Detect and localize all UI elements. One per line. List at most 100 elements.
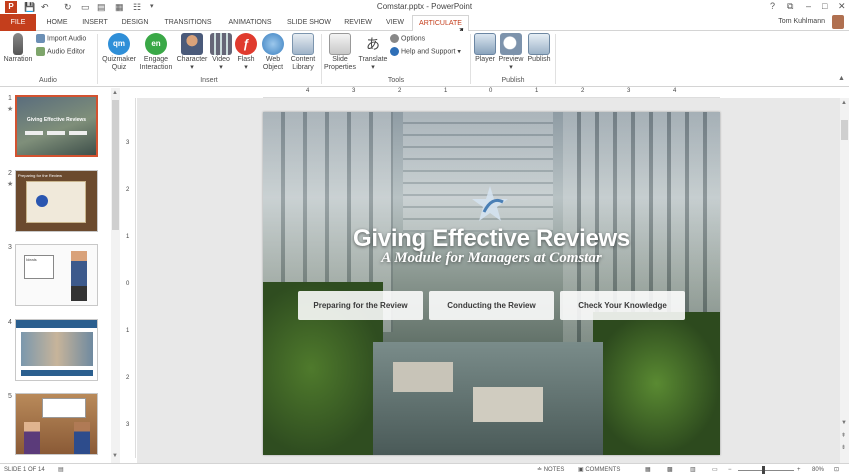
quizmaker-quiz-button[interactable]: qm Quizmaker Quiz [101,33,137,72]
tab-animations[interactable]: ANIMATIONS [222,15,278,31]
help-icon[interactable]: ? [770,1,775,11]
zoom-slider[interactable] [738,470,794,471]
player-icon [474,33,496,55]
zoom-in-icon[interactable]: + [797,465,801,475]
close-icon[interactable]: ✕ [838,1,846,12]
comments-button[interactable]: ▣ COMMENTS [578,465,620,475]
collapse-ribbon-icon[interactable]: ▲ [838,75,845,82]
next-slide-icon[interactable]: ⇟ [841,444,846,451]
insert-group-label: Insert [200,77,218,84]
thumb-number: 3 [8,244,12,251]
ruler-label: 2 [126,187,130,193]
narration-button[interactable]: Narration [2,33,34,64]
normal-view-icon[interactable]: ▦ [645,465,651,475]
ribbon-options-icon[interactable]: ⧉ [787,1,793,12]
quiz-label: Quiz [111,64,127,71]
fit-to-window-icon[interactable]: ⊡ [834,465,839,475]
character-button[interactable]: Character ▾ [175,33,209,72]
help-icon [390,47,399,56]
title-bar: P 💾 ↶ ↻ ▭ ▤ ▦ ☷ ▾ Comstar.pptx - PowerPo… [0,0,849,14]
thumb-person [74,422,90,454]
scrollbar-thumb[interactable] [841,120,848,140]
content-library-button[interactable]: Content Library [288,33,318,72]
tools-group-label: Tools [387,77,405,84]
preparing-review-button[interactable]: Preparing for the Review [298,291,423,320]
editor-scrollbar[interactable]: ▲ ▼ ⇞ ⇟ [840,98,849,463]
options-button[interactable]: Options [390,34,425,44]
thumbnail-scrollbar[interactable]: ▲ ▼ [111,88,120,463]
engage-interaction-button[interactable]: en Engage Interaction [138,33,174,72]
ruler-label: 1 [444,88,448,94]
maximize-icon[interactable]: □ [822,1,827,11]
slide-1[interactable]: Giving Effective Reviews A Module for Ma… [263,112,720,455]
zoom-out-icon[interactable]: − [728,465,732,475]
tab-review[interactable]: REVIEW [340,15,376,31]
zoom-level[interactable]: 80% [812,465,824,475]
translate-button[interactable]: あ Translate ▾ [358,33,388,72]
avatar[interactable] [832,15,844,29]
check-knowledge-button[interactable]: Check Your Knowledge [560,291,685,320]
ruler-label: 3 [126,422,130,428]
notes-button[interactable]: ≐ NOTES [537,465,564,475]
minimize-icon[interactable]: – [806,1,811,11]
notes-label: NOTES [543,467,565,473]
slide-thumbnail-5[interactable] [15,393,98,455]
thumb-number: 1 [8,95,12,102]
scrollbar-thumb[interactable] [112,100,119,230]
previous-slide-icon[interactable]: ⇞ [841,432,846,439]
properties-label: Properties [324,64,356,71]
spelling-icon[interactable]: ▤ [58,465,64,475]
player-button[interactable]: Player [473,33,497,64]
web-object-button[interactable]: Web Object [259,33,287,72]
tab-slide-show[interactable]: SLIDE SHOW [282,15,336,31]
preview-button[interactable]: Preview ▾ [498,33,524,72]
video-button[interactable]: Video ▾ [209,33,233,72]
scroll-up-icon[interactable]: ▲ [841,100,847,106]
translate-label: Translate [358,56,388,63]
slide-thumbnail-2[interactable]: Preparing for the Review [15,170,98,232]
slide-thumbnail-1[interactable]: Giving Effective Reviews [15,95,98,157]
slide-properties-button[interactable]: Slide Properties [323,33,357,72]
tab-insert[interactable]: INSERT [78,15,112,31]
slide-subtitle: A Module for Managers at Comstar [381,250,602,266]
flash-button[interactable]: ƒ Flash ▾ [234,33,258,72]
engage-icon: en [145,33,167,55]
translate-icon: あ [362,33,384,55]
thumb-button [69,131,87,135]
dropdown-arrow-icon: ▾ [371,64,375,71]
help-support-label: Help and Support [401,48,456,56]
dropdown-arrow-icon: ▾ [190,64,194,71]
preview-label: Preview [498,56,524,63]
slideshow-icon[interactable]: ▭ [712,465,718,475]
flash-label: Flash [237,56,255,63]
slide-sorter-icon[interactable]: ▩ [667,465,673,475]
conducting-review-button[interactable]: Conducting the Review [429,291,554,320]
scroll-down-icon[interactable]: ▼ [841,420,847,426]
ruler-label: 1 [126,328,130,334]
lobby-seating [473,387,543,422]
zoom-slider-thumb[interactable] [762,466,765,474]
scroll-up-icon[interactable]: ▲ [112,90,119,97]
user-name[interactable]: Tom Kuhlmann [778,18,825,25]
tab-file[interactable]: FILE [0,14,36,31]
slide-thumbnail-3[interactable]: Ideals [15,244,98,306]
gear-icon [390,34,399,43]
reading-view-icon[interactable]: ▥ [690,465,696,475]
import-audio-button[interactable]: Import Audio [36,34,86,44]
slide-thumbnail-4[interactable] [15,319,98,381]
tab-transitions[interactable]: TRANSITIONS [158,15,218,31]
dropdown-arrow-icon: ▾ [219,64,223,71]
publish-button[interactable]: Publish [525,33,553,64]
thumb-number: 5 [8,393,12,400]
audio-editor-button[interactable]: Audio Editor [36,47,85,57]
help-support-button[interactable]: Help and Support ▾ [390,47,461,57]
ruler-label: 2 [581,88,585,94]
tab-view[interactable]: VIEW [380,15,410,31]
content-label: Content [290,56,316,63]
tab-home[interactable]: HOME [40,15,74,31]
tab-design[interactable]: DESIGN [116,15,154,31]
vertical-ruler: 3 2 1 0 1 2 3 [122,98,136,458]
interaction-label: Interaction [139,64,173,71]
scroll-down-icon[interactable]: ▼ [112,453,119,460]
lobby-seating [393,362,453,392]
